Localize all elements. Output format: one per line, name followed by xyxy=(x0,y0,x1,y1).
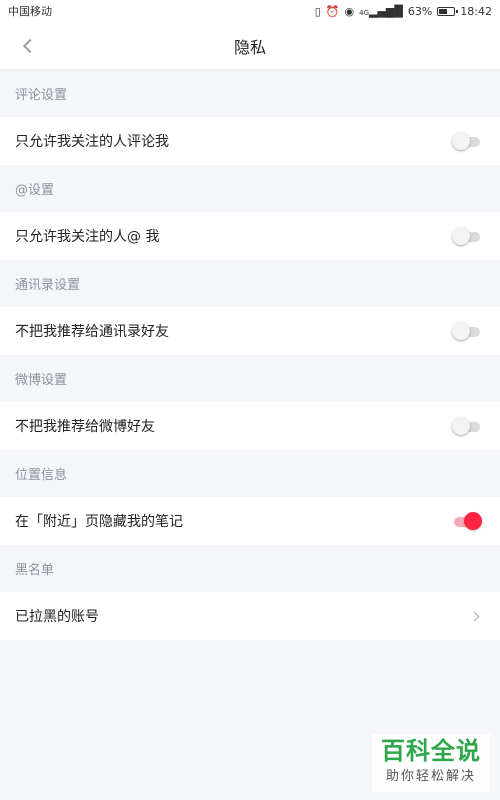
clock: 18:42 xyxy=(460,4,492,18)
toggle-knob xyxy=(452,417,470,435)
setting-row-location: 在「附近」页隐藏我的笔记 xyxy=(0,497,500,545)
toggle-location[interactable] xyxy=(452,511,482,531)
setting-row-weibo: 不把我推荐给微博好友 xyxy=(0,402,500,450)
status-icons: ▯ ⏰ ◉ 4G▂▄▆█ 63% 18:42 xyxy=(315,5,492,18)
watermark-title: 百科全说 xyxy=(381,737,481,765)
setting-label-weibo: 不把我推荐给微博好友 xyxy=(15,419,155,435)
chevron-right-icon xyxy=(469,611,480,621)
setting-label-contacts: 不把我推荐给通讯录好友 xyxy=(15,324,169,340)
section-header-weibo: 微博设置 xyxy=(0,355,500,402)
page-title: 隐私 xyxy=(233,37,266,57)
alarm-icon: ⏰ xyxy=(325,4,340,18)
back-button[interactable] xyxy=(14,32,42,60)
battery-fill xyxy=(439,8,448,14)
toggle-contacts[interactable] xyxy=(452,321,482,341)
status-bar: 中国移动 ▯ ⏰ ◉ 4G▂▄▆█ 63% 18:42 xyxy=(0,0,500,22)
toggle-weibo[interactable] xyxy=(452,416,482,436)
battery-icon xyxy=(437,6,459,16)
section-header-mention: @设置 xyxy=(0,165,500,212)
section-header-comment: 评论设置 xyxy=(0,70,500,117)
setting-row-comment: 只允许我关注的人评论我 xyxy=(0,117,500,165)
blacklist-row[interactable]: 已拉黑的账号 xyxy=(0,592,500,640)
watermark-subtitle: 助你轻松解决 xyxy=(385,769,476,784)
toggle-mention[interactable] xyxy=(452,226,482,246)
watermark-logo: 百科全说 助你轻松解决 xyxy=(372,734,490,792)
eye-icon: ◉ xyxy=(344,4,355,18)
toggle-knob xyxy=(464,512,482,530)
battery-percent: 63% xyxy=(407,4,433,18)
signal-text: 4G xyxy=(359,8,369,17)
section-header-location: 位置信息 xyxy=(0,450,500,497)
setting-row-contacts: 不把我推荐给通讯录好友 xyxy=(0,307,500,355)
chevron-left-icon xyxy=(22,38,38,54)
toggle-knob xyxy=(452,132,470,150)
toggle-comment[interactable] xyxy=(452,131,482,151)
signal-icon: 4G▂▄▆█ xyxy=(359,4,403,18)
blacklist-label: 已拉黑的账号 xyxy=(15,609,99,625)
setting-label-location: 在「附近」页隐藏我的笔记 xyxy=(15,514,183,530)
nav-bar: 隐私 xyxy=(0,22,500,70)
section-header-blacklist: 黑名单 xyxy=(0,545,500,592)
setting-label-mention: 只允许我关注的人@ 我 xyxy=(15,229,160,245)
section-header-contacts: 通讯录设置 xyxy=(0,260,500,307)
vibrate-icon: ▯ xyxy=(314,4,321,18)
carrier-label: 中国移动 xyxy=(8,5,52,18)
setting-row-mention: 只允许我关注的人@ 我 xyxy=(0,212,500,260)
privacy-screen: 中国移动 ▯ ⏰ ◉ 4G▂▄▆█ 63% 18:42 隐私 评论设置 只允许我… xyxy=(0,0,500,800)
setting-label-comment: 只允许我关注的人评论我 xyxy=(15,134,169,150)
toggle-knob xyxy=(452,227,470,245)
toggle-knob xyxy=(452,322,470,340)
